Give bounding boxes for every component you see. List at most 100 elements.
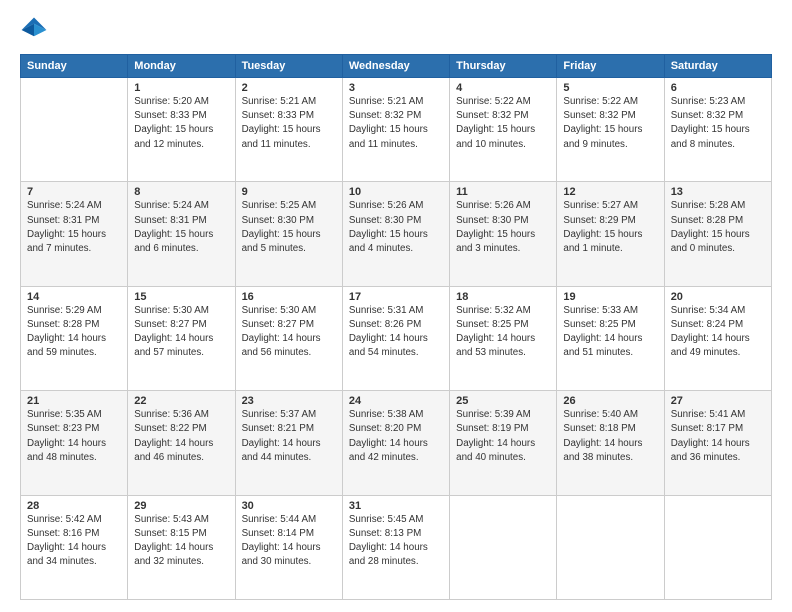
- day-number: 6: [671, 82, 765, 94]
- week-row-4: 21 Sunrise: 5:35 AMSunset: 8:23 PMDayligh…: [21, 391, 772, 495]
- calendar-table: SundayMondayTuesdayWednesdayThursdayFrid…: [20, 54, 772, 600]
- calendar-cell: 31 Sunrise: 5:45 AMSunset: 8:13 PMDayligh…: [342, 495, 449, 599]
- calendar-cell: 14Sunrise: 5:29 AMSunset: 8:28 PMDayligh…: [21, 286, 128, 390]
- cell-content: Sunrise: 5:23 AMSunset: 8:32 PMDaylight:…: [671, 96, 750, 150]
- day-number: 16: [242, 291, 336, 303]
- cell-content: Sunrise: 5:44 AMSunset: 8:14 PMDaylight:…: [242, 514, 321, 568]
- calendar-cell: 17 Sunrise: 5:31 AMSunset: 8:26 PMDayligh…: [342, 286, 449, 390]
- calendar-cell: [450, 495, 557, 599]
- cell-content: Sunrise: 5:32 AMSunset: 8:25 PMDaylight:…: [456, 305, 535, 359]
- cell-content: Sunrise: 5:24 AMSunset: 8:31 PMDaylight:…: [134, 200, 213, 254]
- day-number: 3: [349, 82, 443, 94]
- header-row: SundayMondayTuesdayWednesdayThursdayFrid…: [21, 55, 772, 78]
- day-number: 31: [349, 500, 443, 512]
- cell-content: Sunrise: 5:22 AMSunset: 8:32 PMDaylight:…: [563, 96, 642, 150]
- header-cell-tuesday: Tuesday: [235, 55, 342, 78]
- header-cell-saturday: Saturday: [664, 55, 771, 78]
- day-number: 13: [671, 186, 765, 198]
- cell-content: Sunrise: 5:39 AMSunset: 8:19 PMDaylight:…: [456, 409, 535, 463]
- calendar-cell: 22 Sunrise: 5:36 AMSunset: 8:22 PMDayligh…: [128, 391, 235, 495]
- cell-content: Sunrise: 5:30 AMSunset: 8:27 PMDaylight:…: [242, 305, 321, 359]
- cell-content: Sunrise: 5:41 AMSunset: 8:17 PMDaylight:…: [671, 409, 750, 463]
- day-number: 15: [134, 291, 228, 303]
- day-number: 8: [134, 186, 228, 198]
- calendar-cell: [21, 78, 128, 182]
- header: [20, 16, 772, 44]
- day-number: 10: [349, 186, 443, 198]
- calendar-cell: 16 Sunrise: 5:30 AMSunset: 8:27 PMDayligh…: [235, 286, 342, 390]
- logo: [20, 16, 52, 44]
- calendar-cell: 27Sunrise: 5:41 AMSunset: 8:17 PMDayligh…: [664, 391, 771, 495]
- cell-content: Sunrise: 5:28 AMSunset: 8:28 PMDaylight:…: [671, 200, 750, 254]
- week-row-3: 14Sunrise: 5:29 AMSunset: 8:28 PMDayligh…: [21, 286, 772, 390]
- calendar-cell: 29Sunrise: 5:43 AMSunset: 8:15 PMDayligh…: [128, 495, 235, 599]
- day-number: 20: [671, 291, 765, 303]
- cell-content: Sunrise: 5:34 AMSunset: 8:24 PMDaylight:…: [671, 305, 750, 359]
- calendar-cell: [664, 495, 771, 599]
- day-number: 25: [456, 395, 550, 407]
- day-number: 2: [242, 82, 336, 94]
- day-number: 23: [242, 395, 336, 407]
- day-number: 7: [27, 186, 121, 198]
- calendar-cell: 28Sunrise: 5:42 AMSunset: 8:16 PMDayligh…: [21, 495, 128, 599]
- week-row-5: 28Sunrise: 5:42 AMSunset: 8:16 PMDayligh…: [21, 495, 772, 599]
- header-cell-monday: Monday: [128, 55, 235, 78]
- cell-content: Sunrise: 5:40 AMSunset: 8:18 PMDaylight:…: [563, 409, 642, 463]
- day-number: 17: [349, 291, 443, 303]
- calendar-cell: 13 Sunrise: 5:28 AMSunset: 8:28 PMDayligh…: [664, 182, 771, 286]
- header-cell-wednesday: Wednesday: [342, 55, 449, 78]
- day-number: 11: [456, 186, 550, 198]
- cell-content: Sunrise: 5:27 AMSunset: 8:29 PMDaylight:…: [563, 200, 642, 254]
- cell-content: Sunrise: 5:21 AMSunset: 8:32 PMDaylight:…: [349, 96, 428, 150]
- cell-content: Sunrise: 5:29 AMSunset: 8:28 PMDaylight:…: [27, 305, 106, 359]
- page: SundayMondayTuesdayWednesdayThursdayFrid…: [0, 0, 792, 612]
- cell-content: Sunrise: 5:37 AMSunset: 8:21 PMDaylight:…: [242, 409, 321, 463]
- calendar-header: SundayMondayTuesdayWednesdayThursdayFrid…: [21, 55, 772, 78]
- day-number: 19: [563, 291, 657, 303]
- day-number: 24: [349, 395, 443, 407]
- cell-content: Sunrise: 5:43 AMSunset: 8:15 PMDaylight:…: [134, 514, 213, 568]
- day-number: 30: [242, 500, 336, 512]
- calendar-body: 1Sunrise: 5:20 AMSunset: 8:33 PMDaylight…: [21, 78, 772, 600]
- logo-icon: [20, 16, 48, 44]
- cell-content: Sunrise: 5:30 AMSunset: 8:27 PMDaylight:…: [134, 305, 213, 359]
- calendar-cell: 21 Sunrise: 5:35 AMSunset: 8:23 PMDayligh…: [21, 391, 128, 495]
- cell-content: Sunrise: 5:36 AMSunset: 8:22 PMDaylight:…: [134, 409, 213, 463]
- calendar-cell: 26 Sunrise: 5:40 AMSunset: 8:18 PMDayligh…: [557, 391, 664, 495]
- cell-content: Sunrise: 5:26 AMSunset: 8:30 PMDaylight:…: [349, 200, 428, 254]
- calendar-cell: 23 Sunrise: 5:37 AMSunset: 8:21 PMDayligh…: [235, 391, 342, 495]
- cell-content: Sunrise: 5:42 AMSunset: 8:16 PMDaylight:…: [27, 514, 106, 568]
- cell-content: Sunrise: 5:31 AMSunset: 8:26 PMDaylight:…: [349, 305, 428, 359]
- day-number: 22: [134, 395, 228, 407]
- calendar-cell: 20 Sunrise: 5:34 AMSunset: 8:24 PMDayligh…: [664, 286, 771, 390]
- header-cell-sunday: Sunday: [21, 55, 128, 78]
- calendar-cell: 1Sunrise: 5:20 AMSunset: 8:33 PMDaylight…: [128, 78, 235, 182]
- calendar-cell: 10 Sunrise: 5:26 AMSunset: 8:30 PMDayligh…: [342, 182, 449, 286]
- header-cell-friday: Friday: [557, 55, 664, 78]
- day-number: 21: [27, 395, 121, 407]
- calendar-cell: 7 Sunrise: 5:24 AMSunset: 8:31 PMDaylight…: [21, 182, 128, 286]
- cell-content: Sunrise: 5:21 AMSunset: 8:33 PMDaylight:…: [242, 96, 321, 150]
- calendar-cell: 19 Sunrise: 5:33 AMSunset: 8:25 PMDayligh…: [557, 286, 664, 390]
- calendar-cell: 25 Sunrise: 5:39 AMSunset: 8:19 PMDayligh…: [450, 391, 557, 495]
- cell-content: Sunrise: 5:45 AMSunset: 8:13 PMDaylight:…: [349, 514, 428, 568]
- calendar-cell: 3 Sunrise: 5:21 AMSunset: 8:32 PMDaylight…: [342, 78, 449, 182]
- week-row-2: 7 Sunrise: 5:24 AMSunset: 8:31 PMDaylight…: [21, 182, 772, 286]
- day-number: 26: [563, 395, 657, 407]
- cell-content: Sunrise: 5:33 AMSunset: 8:25 PMDaylight:…: [563, 305, 642, 359]
- cell-content: Sunrise: 5:20 AMSunset: 8:33 PMDaylight:…: [134, 96, 213, 150]
- calendar-cell: 6 Sunrise: 5:23 AMSunset: 8:32 PMDaylight…: [664, 78, 771, 182]
- calendar-cell: 9Sunrise: 5:25 AMSunset: 8:30 PMDaylight…: [235, 182, 342, 286]
- cell-content: Sunrise: 5:25 AMSunset: 8:30 PMDaylight:…: [242, 200, 321, 254]
- week-row-1: 1Sunrise: 5:20 AMSunset: 8:33 PMDaylight…: [21, 78, 772, 182]
- calendar-cell: 11Sunrise: 5:26 AMSunset: 8:30 PMDayligh…: [450, 182, 557, 286]
- calendar-cell: 30 Sunrise: 5:44 AMSunset: 8:14 PMDayligh…: [235, 495, 342, 599]
- calendar-cell: 2 Sunrise: 5:21 AMSunset: 8:33 PMDaylight…: [235, 78, 342, 182]
- calendar-cell: 18 Sunrise: 5:32 AMSunset: 8:25 PMDayligh…: [450, 286, 557, 390]
- cell-content: Sunrise: 5:35 AMSunset: 8:23 PMDaylight:…: [27, 409, 106, 463]
- header-cell-thursday: Thursday: [450, 55, 557, 78]
- cell-content: Sunrise: 5:22 AMSunset: 8:32 PMDaylight:…: [456, 96, 535, 150]
- calendar-cell: 8 Sunrise: 5:24 AMSunset: 8:31 PMDaylight…: [128, 182, 235, 286]
- cell-content: Sunrise: 5:24 AMSunset: 8:31 PMDaylight:…: [27, 200, 106, 254]
- day-number: 18: [456, 291, 550, 303]
